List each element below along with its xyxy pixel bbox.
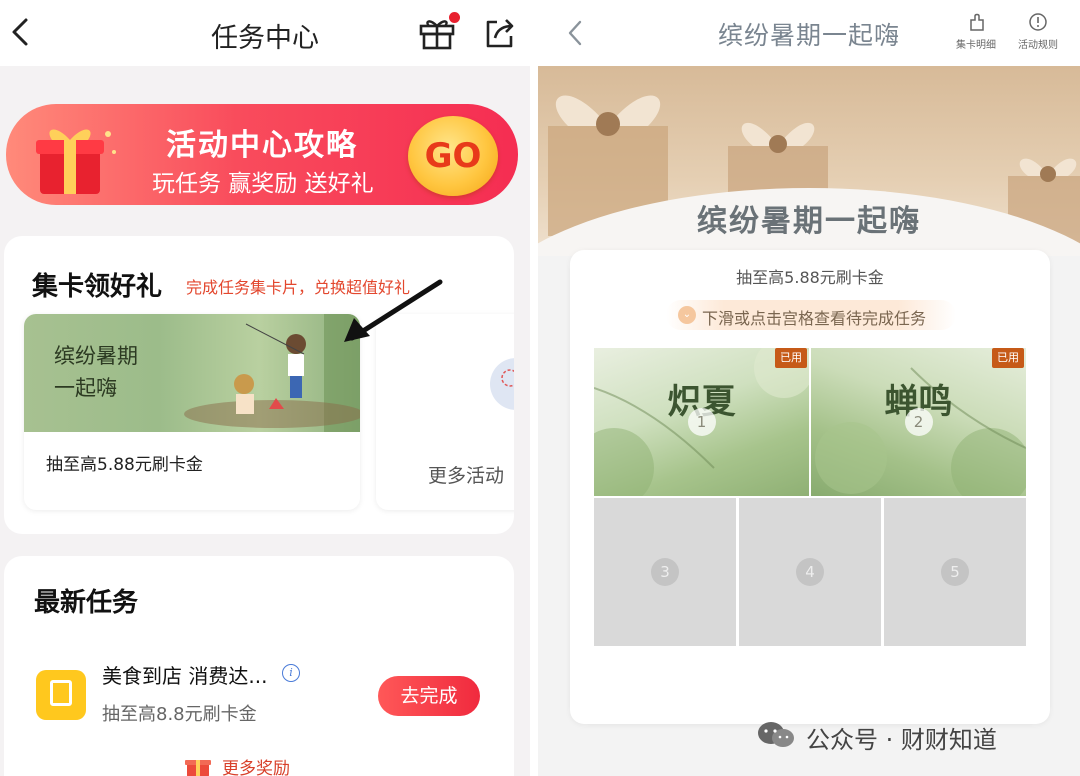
card-detail-button[interactable]: 集卡明细 [948,12,1004,51]
used-badge: 已用 [775,348,807,368]
card-detail-icon [970,13,984,31]
tile-number: 4 [796,558,824,586]
banner-subtitle: 玩任务 赢奖励 送好礼 [152,171,374,197]
tile-number: 3 [651,558,679,586]
top-bar: 任务中心 [0,0,530,66]
red-gift-box-icon [36,129,116,194]
rules-button[interactable]: 活动规则 [1010,12,1066,51]
card-detail-label: 集卡明细 [956,40,996,51]
top-bar: 缤纷暑期一起嗨 集卡明细 活动规则 [538,0,1080,66]
card-tile-3[interactable]: 3 [594,498,736,646]
rules-label: 活动规则 [1018,40,1058,51]
info-icon[interactable]: i [282,664,300,682]
watermark-text: 公众号 · 财财知道 [806,726,997,754]
wechat-icon [758,722,794,747]
card-grid-panel: 抽至高5.88元刷卡金 ⌄ 下滑或点击宫格查看待完成任务 炽夏 1 已用 蝉鸣 … [570,250,1050,724]
card-tile-2[interactable]: 蝉鸣 2 已用 [811,348,1026,496]
activity-guide-banner[interactable]: 活动中心攻略 玩任务 赢奖励 送好礼 GO [6,104,518,205]
latest-tasks-section: 最新任务 美食到店 消费达... i 抽至高8.8元刷卡金 去完成 更多奖励 [4,556,514,776]
share-icon[interactable] [483,16,517,50]
hint-text: 下滑或点击宫格查看待完成任务 [702,309,927,328]
activity-description: 抽至高5.88元刷卡金 [46,455,203,475]
task-center-screen: 任务中心 活动中心攻略 玩任务 赢奖励 送好礼 GO 集卡领好礼 完成任务集卡片… [0,0,530,776]
grid-bottom-row: 3 4 5 [594,498,1026,646]
screenshot-root: 任务中心 活动中心攻略 玩任务 赢奖励 送好礼 GO 集卡领好礼 完成任务集卡片… [0,0,1080,776]
banner-title: 活动中心攻略 [166,128,358,163]
section-title: 最新任务 [34,588,139,618]
tile-number: 2 [904,408,933,436]
activity-image-line2: 一起嗨 [54,376,117,400]
grid-top-row: 炽夏 1 已用 蝉鸣 2 已用 [594,348,1026,496]
panel-subtitle: 抽至高5.88元刷卡金 [736,268,884,287]
go-complete-button[interactable]: 去完成 [378,676,480,716]
activity-image-text: 缤纷暑期 一起嗨 [54,340,138,404]
food-bag-icon [36,670,86,720]
task-name: 美食到店 消费达... [102,664,268,688]
activity-illustration: 缤纷暑期 一起嗨 [24,314,360,432]
task-item: 美食到店 消费达... i 抽至高8.8元刷卡金 去完成 [24,636,498,746]
section-title: 集卡领好礼 [32,272,163,302]
more-activities-icon [490,358,514,410]
tile-number: 1 [687,408,716,436]
tile-number: 5 [941,558,969,586]
go-button[interactable]: GO [408,116,498,196]
more-activities-label: 更多活动 [428,465,505,487]
summer-activity-screen: 缤纷暑期一起嗨 集卡明细 活动规则 缤纷暑期一起嗨 抽至高5.88元刷卡金 ⌄ … [538,0,1080,776]
activity-image-line1: 缤纷暑期 [54,344,138,368]
chevron-down-icon: ⌄ [678,306,696,324]
task-reward: 抽至高8.8元刷卡金 [102,704,257,725]
hero-title: 缤纷暑期一起嗨 [697,204,921,239]
panel-divider [530,0,538,776]
card-tile-1[interactable]: 炽夏 1 已用 [594,348,809,496]
notification-dot [449,12,460,23]
pointer-arrow-icon [344,279,443,342]
gift-icon [185,760,211,776]
card-tile-5[interactable]: 5 [884,498,1026,646]
summer-activity-card[interactable]: 缤纷暑期 一起嗨 抽至高5.88元刷卡金 [24,314,360,510]
card-tile-4[interactable]: 4 [739,498,881,646]
more-rewards-label: 更多奖励 [222,759,290,776]
used-badge: 已用 [992,348,1024,368]
scroll-hint: ⌄ 下滑或点击宫格查看待完成任务 [666,300,956,330]
rules-icon [1029,13,1047,31]
